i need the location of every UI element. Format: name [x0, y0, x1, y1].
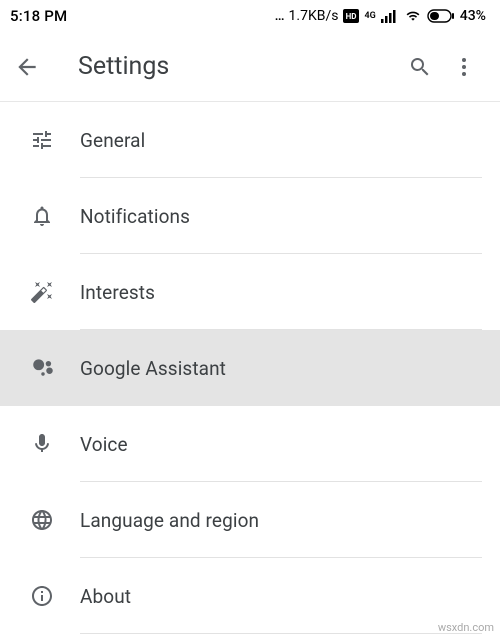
signal-icon — [381, 9, 399, 23]
net-speed: 1.7KB/s — [289, 8, 339, 24]
battery-percent: 43% — [460, 8, 486, 24]
settings-item-label: Notifications — [80, 205, 500, 228]
settings-item-label: General — [80, 129, 500, 152]
settings-list: General Notifications Interests — [0, 102, 500, 634]
status-time: 5:18 PM — [10, 7, 67, 25]
settings-item-label: Google Assistant — [80, 357, 500, 380]
watermark: wsxdn.com — [438, 621, 494, 634]
status-icons: … 1.7KB/s HD 4G 43% — [275, 8, 486, 24]
globe-icon — [30, 508, 54, 532]
bell-icon — [30, 204, 54, 228]
settings-item-about[interactable]: About — [0, 558, 500, 634]
battery-icon — [427, 9, 455, 23]
svg-text:HD: HD — [346, 12, 357, 21]
status-bar: 5:18 PM … 1.7KB/s HD 4G 43% — [0, 0, 500, 32]
search-icon — [408, 55, 432, 79]
settings-item-voice[interactable]: Voice — [0, 406, 500, 482]
settings-item-general[interactable]: General — [0, 102, 500, 178]
overflow-button[interactable] — [442, 55, 486, 79]
settings-item-label: Interests — [80, 281, 500, 304]
divider — [80, 633, 482, 634]
settings-item-label: About — [80, 585, 500, 608]
more-vert-icon — [452, 55, 476, 79]
back-button[interactable] — [14, 54, 58, 80]
settings-item-notifications[interactable]: Notifications — [0, 178, 500, 254]
volte-icon: HD — [343, 9, 359, 23]
settings-item-google-assistant[interactable]: Google Assistant — [0, 330, 500, 406]
wifi-icon — [404, 9, 422, 23]
info-icon — [30, 584, 54, 608]
search-button[interactable] — [398, 55, 442, 79]
back-arrow-icon — [14, 54, 40, 80]
settings-item-label: Voice — [80, 433, 500, 456]
settings-item-label: Language and region — [80, 509, 500, 532]
settings-item-interests[interactable]: Interests — [0, 254, 500, 330]
network-type: 4G — [364, 11, 375, 21]
assistant-icon — [30, 355, 56, 381]
tune-icon — [30, 128, 54, 152]
app-bar: Settings — [0, 32, 500, 102]
settings-item-language-region[interactable]: Language and region — [0, 482, 500, 558]
page-title: Settings — [58, 52, 398, 81]
magic-wand-icon — [30, 280, 54, 304]
mic-icon — [30, 432, 54, 456]
more-dots: … — [275, 8, 284, 24]
